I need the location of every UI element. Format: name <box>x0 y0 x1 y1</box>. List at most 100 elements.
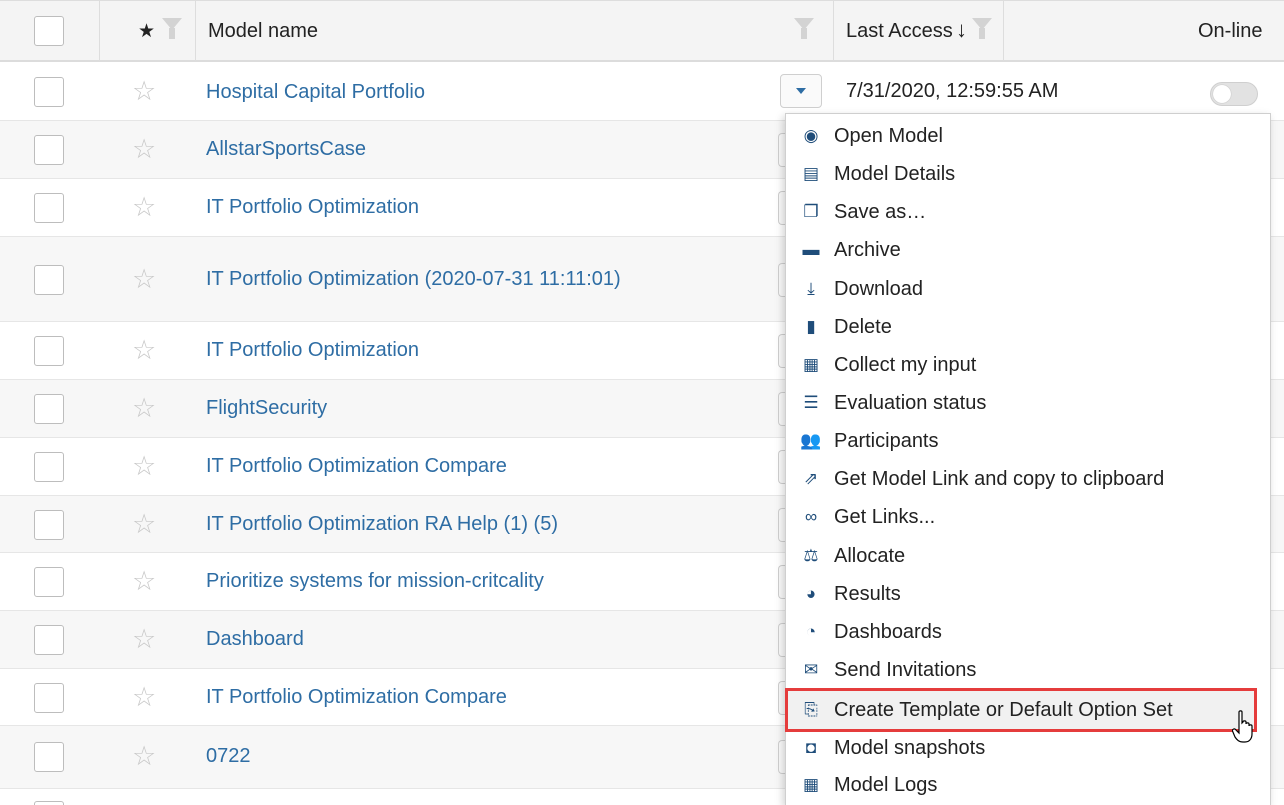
model-name-link[interactable]: Prioritize systems for mission-critcalit… <box>206 570 544 593</box>
menu-item-model-snapshots[interactable]: ◘ Model snapshots <box>786 729 1272 767</box>
menu-item-dashboards[interactable]: ◔ Dashboards <box>786 613 1272 651</box>
row-checkbox[interactable] <box>34 77 64 107</box>
favorite-star-icon[interactable]: ☆ <box>132 78 156 105</box>
menu-item-send-invitations[interactable]: ✉ Send Invitations <box>786 651 1272 689</box>
row-checkbox[interactable] <box>34 801 64 805</box>
row-checkbox[interactable] <box>34 452 64 482</box>
clipboard-icon: ▦ <box>802 355 820 374</box>
row-checkbox[interactable] <box>34 193 64 223</box>
menu-item-participants[interactable]: 👥 Participants <box>786 422 1272 460</box>
favorite-star-icon[interactable]: ☆ <box>132 136 156 163</box>
menu-item-label: Dashboards <box>834 620 942 643</box>
menu-item-results[interactable]: ◕ Results <box>786 575 1272 613</box>
model-name-link[interactable]: 0722 <box>206 745 251 768</box>
menu-item-label: Send Invitations <box>834 658 977 681</box>
model-name-link[interactable]: Dashboard <box>206 628 304 651</box>
filter-icon[interactable] <box>162 18 182 39</box>
hand-pointer-cursor-icon <box>1232 710 1253 743</box>
menu-item-label: Model snapshots <box>834 736 986 759</box>
download-icon: ⤓ <box>807 279 815 298</box>
menu-item-label: Model Details <box>834 162 956 185</box>
menu-item-label: Create Template or Default Option Set <box>834 698 1173 721</box>
favorite-star-icon[interactable]: ☆ <box>132 453 156 480</box>
favorite-star-icon[interactable]: ☆ <box>132 743 156 770</box>
header-last-access-column[interactable]: Last Access ↓ <box>834 1 1004 61</box>
tachometer-icon: ◔ <box>805 622 817 641</box>
menu-item-allocate[interactable]: ⚖ Allocate <box>786 537 1272 575</box>
menu-item-label: Download <box>834 277 923 300</box>
menu-item-model-details[interactable]: ▤ Model Details <box>786 155 1272 193</box>
copy-icon: ❐ <box>803 202 819 221</box>
menu-item-archive[interactable]: ▬ Archive <box>786 231 1272 269</box>
link-icon: ∞ <box>804 507 818 526</box>
header-favorite-column: ★ <box>100 1 196 61</box>
last-access-value: 7/31/2020, 12:59:55 AM <box>846 80 1059 102</box>
pie-chart-icon: ◕ <box>805 584 817 603</box>
model-name-link[interactable]: IT Portfolio Optimization (2020-07-31 11… <box>206 268 621 291</box>
favorite-star-icon[interactable]: ☆ <box>132 626 156 653</box>
select-all-checkbox[interactable] <box>34 16 64 46</box>
trash-icon: ▮ <box>806 317 816 336</box>
model-name-link[interactable]: AllstarSportsCase <box>206 138 366 161</box>
menu-item-delete[interactable]: ▮ Delete <box>786 308 1272 346</box>
favorite-star-icon[interactable]: ☆ <box>132 266 156 293</box>
model-name-header[interactable]: Model name <box>208 20 318 43</box>
menu-item-label: Save as… <box>834 200 927 223</box>
menu-item-label: Collect my input <box>834 353 977 376</box>
menu-item-label: Allocate <box>834 544 906 567</box>
sort-descending-icon[interactable]: ↓ <box>956 17 967 43</box>
favorite-star-icon[interactable]: ☆ <box>132 684 156 711</box>
row-checkbox[interactable] <box>34 567 64 597</box>
row-checkbox[interactable] <box>34 625 64 655</box>
model-actions-menu: ◉ Open Model ▤ Model Details ❐ Save as… ▬ Ar… <box>785 113 1271 805</box>
menu-item-label: Model Logs <box>834 773 938 796</box>
menu-item-get-model-link[interactable]: ⇗ Get Model Link and copy to clipboard <box>786 460 1272 498</box>
header-online-column[interactable]: On-line <box>1004 1 1284 61</box>
menu-item-evaluation-status[interactable]: ☰ Evaluation status <box>786 384 1272 422</box>
favorite-star-icon[interactable]: ☆ <box>132 194 156 221</box>
model-name-link[interactable]: IT Portfolio Optimization <box>206 196 419 219</box>
row-checkbox[interactable] <box>34 510 64 540</box>
row-checkbox[interactable] <box>34 336 64 366</box>
filter-icon[interactable] <box>794 18 814 39</box>
menu-item-collect-my-input[interactable]: ▦ Collect my input <box>786 346 1272 384</box>
model-name-link[interactable]: IT Portfolio Optimization RA Help (1) (5… <box>206 513 558 536</box>
row-checkbox[interactable] <box>34 683 64 713</box>
row-checkbox[interactable] <box>34 394 64 424</box>
users-icon: 👥 <box>800 431 822 450</box>
menu-item-model-logs[interactable]: ▦ Model Logs <box>786 766 1272 804</box>
model-name-link[interactable]: IT Portfolio Optimization Compare <box>206 455 507 478</box>
favorite-star-icon[interactable]: ☆ <box>132 395 156 422</box>
menu-item-save-as[interactable]: ❐ Save as… <box>786 193 1272 231</box>
eye-icon: ◉ <box>803 126 819 145</box>
online-header[interactable]: On-line <box>1198 20 1262 43</box>
menu-item-get-links[interactable]: ∞ Get Links... <box>786 498 1272 536</box>
menu-item-label: Evaluation status <box>834 391 987 414</box>
row-checkbox[interactable] <box>34 265 64 295</box>
header-model-name-column[interactable]: Model name <box>196 1 834 61</box>
menu-item-label: Delete <box>834 315 892 338</box>
filter-icon[interactable] <box>972 18 992 39</box>
menu-item-download[interactable]: ⤓ Download <box>786 270 1272 308</box>
caret-down-icon <box>796 88 806 94</box>
favorite-star-icon[interactable]: ☆ <box>132 568 156 595</box>
row-actions-dropdown-button[interactable] <box>780 74 822 108</box>
row-checkbox[interactable] <box>34 742 64 772</box>
menu-item-label: Open Model <box>834 124 943 147</box>
model-name-link[interactable]: FlightSecurity <box>206 397 327 420</box>
archive-icon: ▬ <box>802 240 820 259</box>
menu-item-create-template[interactable]: ⎘ Create Template or Default Option Set <box>785 688 1257 732</box>
last-access-header[interactable]: Last Access <box>846 20 953 43</box>
model-name-link[interactable]: Hospital Capital Portfolio <box>206 81 425 104</box>
template-copy-icon: ⎘ <box>804 700 818 719</box>
row-checkbox[interactable] <box>34 135 64 165</box>
favorite-star-icon[interactable]: ☆ <box>132 511 156 538</box>
online-toggle[interactable] <box>1210 82 1258 106</box>
menu-item-open-model[interactable]: ◉ Open Model <box>786 117 1272 155</box>
table-header: ★ Model name Last Access ↓ On-line <box>0 0 1284 62</box>
favorite-star-icon[interactable]: ☆ <box>132 337 156 364</box>
document-details-icon: ▤ <box>802 164 820 183</box>
model-name-link[interactable]: IT Portfolio Optimization Compare <box>206 686 507 709</box>
model-name-link[interactable]: IT Portfolio Optimization <box>206 339 419 362</box>
favorite-star-icon[interactable]: ★ <box>138 20 155 43</box>
